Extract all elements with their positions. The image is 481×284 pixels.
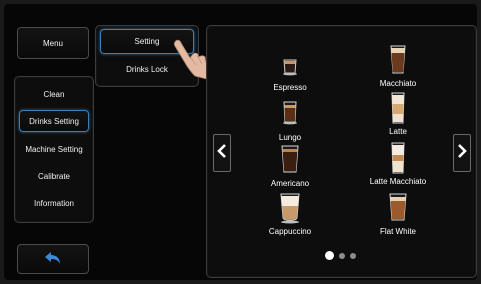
espresso-cup-icon	[280, 48, 300, 81]
drink-name: Latte	[389, 127, 407, 136]
drinks-panel: Espresso Macchiato Lungo Latte Americano…	[206, 25, 477, 278]
sidebar-item-information[interactable]: Information	[19, 194, 89, 212]
drink-latte[interactable]: Latte	[353, 92, 443, 136]
drink-espresso[interactable]: Espresso	[245, 48, 335, 92]
latte-macchiato-glass-icon	[388, 142, 408, 181]
menu-button-label: Menu	[42, 38, 63, 48]
drink-flat-white[interactable]: Flat White	[353, 192, 443, 236]
cappuccino-glass-icon	[278, 192, 302, 229]
drink-name: Flat White	[379, 227, 416, 236]
drink-macchiato[interactable]: Macchiato	[353, 44, 443, 88]
drink-name: Cappuccino	[268, 227, 312, 236]
sidebar-panel: Clean Drinks Setting Machine Setting Cal…	[14, 76, 94, 223]
drink-latte-macchiato[interactable]: Latte Macchiato	[353, 142, 443, 186]
menu-button[interactable]: Menu	[17, 27, 89, 59]
drink-name: Espresso	[273, 83, 307, 92]
drink-name: Lungo	[278, 133, 302, 142]
lungo-glass-icon	[280, 98, 300, 131]
chevron-left-icon	[217, 143, 227, 163]
sidebar-item-label: Drinks Setting	[29, 116, 79, 126]
drink-americano[interactable]: Americano	[245, 144, 335, 188]
back-button[interactable]	[17, 244, 89, 274]
americano-glass-icon	[279, 144, 301, 179]
drink-cappuccino[interactable]: Cappuccino	[245, 192, 335, 236]
drink-name: Latte Macchiato	[369, 177, 427, 186]
drink-name: Macchiato	[379, 79, 417, 88]
device-screen: Menu Clean Drinks Setting Machine Settin…	[4, 4, 477, 280]
sidebar-item-machine-setting[interactable]: Machine Setting	[17, 140, 91, 158]
latte-glass-icon	[388, 92, 408, 131]
prev-page-button[interactable]	[213, 134, 231, 172]
sidebar-item-drinks-setting[interactable]: Drinks Setting	[19, 110, 89, 132]
chevron-right-icon	[457, 143, 467, 163]
sidebar-item-label: Machine Setting	[25, 144, 83, 154]
sidebar-item-label: Calibrate	[37, 171, 70, 181]
sidebar-item-calibrate[interactable]: Calibrate	[19, 167, 89, 185]
next-page-button[interactable]	[453, 134, 471, 172]
pagination	[323, 250, 363, 262]
drink-name: Americano	[270, 179, 310, 188]
submenu-item-label: Setting	[134, 37, 160, 46]
page-dot[interactable]	[339, 253, 345, 259]
flat-white-glass-icon	[387, 192, 409, 229]
page-dot-active[interactable]	[325, 251, 334, 260]
drink-lungo[interactable]: Lungo	[245, 98, 335, 142]
page-dot[interactable]	[350, 253, 356, 259]
return-arrow-icon	[44, 251, 62, 267]
submenu-item-label: Drinks Lock	[126, 64, 168, 74]
sidebar-item-label: Information	[33, 198, 75, 208]
sidebar-item-label: Clean	[43, 89, 65, 99]
sidebar-item-clean[interactable]: Clean	[19, 85, 89, 103]
macchiato-glass-icon	[388, 44, 408, 81]
